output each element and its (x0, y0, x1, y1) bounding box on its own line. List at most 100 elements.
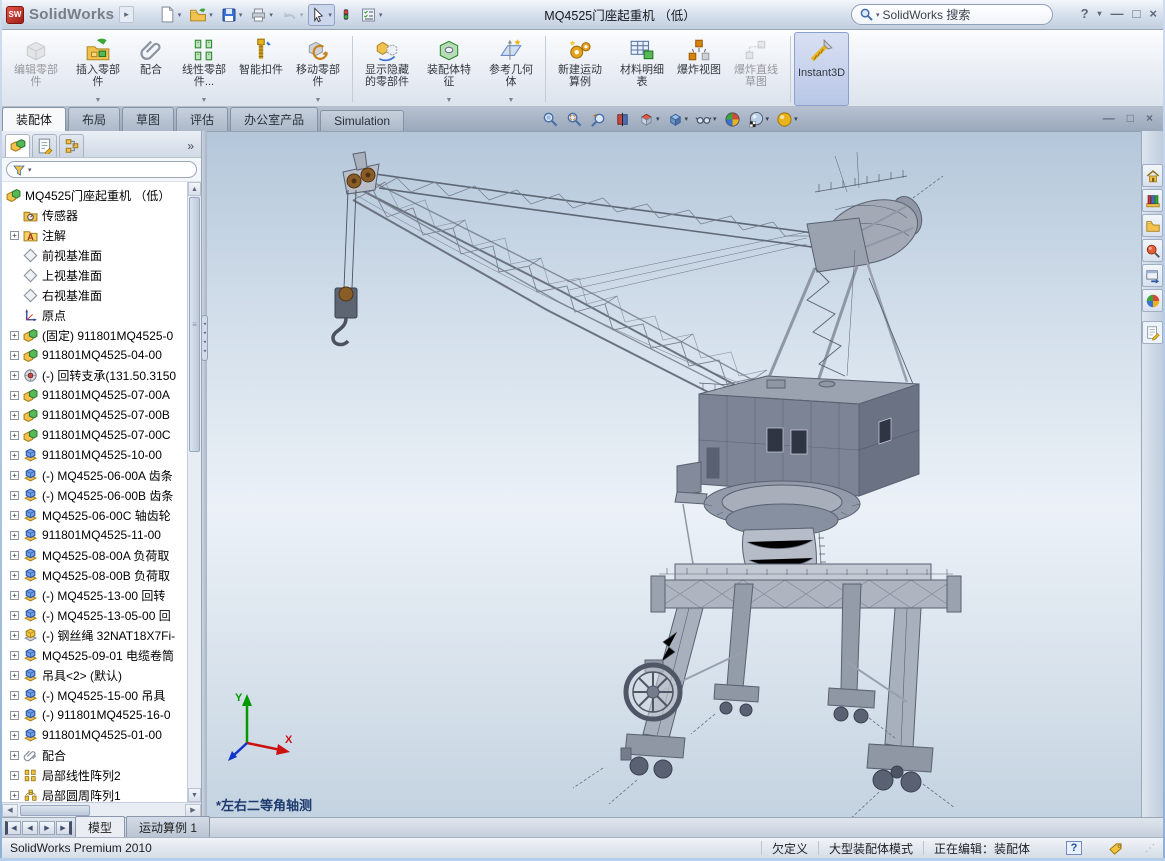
view-orientation-button[interactable]: ▾ (638, 111, 660, 128)
last-tab-button[interactable]: ▶ (56, 821, 72, 835)
tree-item[interactable]: 上视基准面 (2, 265, 187, 285)
hide-show-items-dropdown-caret[interactable]: ▾ (713, 115, 717, 123)
section-view-button[interactable] (614, 111, 631, 128)
tag-icon[interactable] (1108, 842, 1123, 855)
hscroll-thumb[interactable] (20, 805, 90, 816)
tree-item[interactable]: +A注解 (2, 225, 187, 245)
tree-expander-icon[interactable]: + (10, 411, 19, 420)
open-button[interactable]: ▾ (186, 4, 216, 26)
doc-minimize-button[interactable]: — (1103, 109, 1115, 127)
tree-item[interactable]: +(-) 钢丝绳 32NAT18X7Fi- (2, 625, 187, 645)
tree-item[interactable]: +911801MQ4525-01-00 (2, 725, 187, 745)
solidworks-resources-button[interactable] (1142, 164, 1163, 187)
ribbon-button-bom[interactable]: 材料明细表 (611, 32, 673, 106)
tree-expander-icon[interactable]: + (10, 391, 19, 400)
next-tab-button[interactable]: ▶ (39, 821, 55, 835)
scroll-right-icon[interactable]: ▶ (185, 804, 201, 817)
tree-item[interactable]: MQ4525门座起重机 （低） (2, 185, 187, 205)
open-dropdown-caret[interactable]: ▾ (209, 11, 213, 19)
tree-item[interactable]: 原点 (2, 305, 187, 325)
tree-expander-icon[interactable]: + (10, 231, 19, 240)
tree-expander-icon[interactable]: + (10, 711, 19, 720)
tree-item[interactable]: +(-) MQ4525-06-00A 齿条 (2, 465, 187, 485)
tree-item[interactable]: +(-) MQ4525-13-00 回转 (2, 585, 187, 605)
doc-restore-button[interactable]: □ (1127, 109, 1134, 127)
tree-expander-icon[interactable]: + (10, 451, 19, 460)
ribbon-button-instant3d[interactable]: Instant3D (794, 32, 849, 106)
ribbon-button-insert-component[interactable]: 插入零部件▼ (67, 32, 129, 106)
design-library-button[interactable] (1142, 189, 1163, 212)
tree-item[interactable]: +(-) MQ4525-15-00 吊具 (2, 685, 187, 705)
status-help-icon[interactable]: ? (1066, 841, 1082, 855)
tree-item[interactable]: +(-) MQ4525-13-05-00 回 (2, 605, 187, 625)
tree-item[interactable]: +MQ4525-08-00B 负荷取 (2, 565, 187, 585)
tree-item[interactable]: +911801MQ4525-07-00C (2, 425, 187, 445)
tree-expander-icon[interactable]: + (10, 771, 19, 780)
tree-expander-icon[interactable]: + (10, 791, 19, 800)
custom-properties-button[interactable] (1142, 321, 1163, 344)
first-tab-button[interactable]: ◀ (5, 821, 21, 835)
tree-expander-icon[interactable]: + (10, 571, 19, 580)
zoom-to-fit-button[interactable] (542, 111, 559, 128)
close-button[interactable]: × (1149, 5, 1157, 23)
scroll-up-icon[interactable]: ▲ (188, 182, 201, 196)
tree-item[interactable]: 右视基准面 (2, 285, 187, 305)
print-dropdown-caret[interactable]: ▾ (269, 11, 273, 19)
tree-expander-icon[interactable]: + (10, 671, 19, 680)
panel-tab-featuremanager[interactable] (5, 134, 30, 157)
scroll-thumb[interactable]: ≡ (189, 197, 200, 452)
appearances-scenes-button[interactable] (1142, 289, 1163, 312)
tree-item[interactable]: +911801MQ4525-07-00A (2, 385, 187, 405)
ribbon-button-linear-pattern[interactable]: 线性零部件...▼ (173, 32, 235, 106)
search-scope-caret[interactable]: ▾ (876, 11, 880, 19)
tab-评估[interactable]: 评估 (176, 107, 228, 131)
ribbon-dropdown-caret[interactable]: ▼ (95, 97, 102, 104)
save-dropdown-caret[interactable]: ▾ (239, 11, 243, 19)
tree-expander-icon[interactable]: + (10, 651, 19, 660)
tab-办公室产品[interactable]: 办公室产品 (230, 107, 318, 131)
options-button[interactable]: ▾ (357, 4, 386, 26)
doc-close-button[interactable]: × (1146, 109, 1153, 127)
tree-expander-icon[interactable]: + (10, 531, 19, 540)
rebuild-button[interactable] (337, 4, 355, 26)
display-style-dropdown-caret[interactable]: ▾ (685, 115, 689, 123)
panel-splitter[interactable] (202, 131, 207, 817)
undo-dropdown-caret[interactable]: ▾ (300, 11, 304, 19)
tab-草图[interactable]: 草图 (122, 107, 174, 131)
view-palette-button[interactable] (1142, 264, 1163, 287)
minimize-button[interactable]: — (1111, 5, 1124, 23)
tree-expander-icon[interactable]: + (10, 471, 19, 480)
zoom-to-area-button[interactable] (566, 111, 583, 128)
tree-horizontal-scrollbar[interactable]: ◀ ▶ (2, 802, 201, 817)
tree-item[interactable]: +(固定) 911801MQ4525-0 (2, 325, 187, 345)
search-input[interactable]: SolidWorks 搜索 (883, 6, 971, 23)
tree-item[interactable]: +吊具<2> (默认) (2, 665, 187, 685)
view-settings-dropdown-caret[interactable]: ▾ (794, 115, 798, 123)
tree-item[interactable]: +911801MQ4525-10-00 (2, 445, 187, 465)
ribbon-button-assembly-features[interactable]: 装配体特征▼ (418, 32, 480, 106)
menu-expand-icon[interactable]: ▸ (119, 6, 134, 23)
ribbon-dropdown-caret[interactable]: ▼ (315, 97, 322, 104)
display-style-button[interactable]: ▾ (667, 111, 689, 128)
ribbon-button-motion-study[interactable]: 新建运动算例 (549, 32, 611, 106)
tab-装配体[interactable]: 装配体 (2, 107, 66, 131)
tab-布局[interactable]: 布局 (68, 107, 120, 131)
tree-expander-icon[interactable]: + (10, 511, 19, 520)
undo-button[interactable]: ▾ (278, 4, 307, 26)
tab-Simulation[interactable]: Simulation (320, 110, 404, 131)
magnified-selection-button[interactable] (590, 111, 607, 128)
tree-item[interactable]: +(-) 回转支承(131.50.3150 (2, 365, 187, 385)
tree-item[interactable]: +MQ4525-09-01 电缆卷筒 (2, 645, 187, 665)
tree-expander-icon[interactable]: + (10, 591, 19, 600)
tree-item[interactable]: 传感器 (2, 205, 187, 225)
apply-scene-dropdown-caret[interactable]: ▾ (766, 115, 770, 123)
tree-item[interactable]: +MQ4525-08-00A 负荷取 (2, 545, 187, 565)
edit-appearance-button[interactable] (724, 111, 741, 128)
motion-tab-模型[interactable]: 模型 (75, 816, 125, 837)
view-settings-button[interactable]: ▾ (776, 111, 798, 128)
search-box[interactable]: ▾ SolidWorks 搜索 (851, 4, 1053, 25)
tree-expander-icon[interactable]: + (10, 491, 19, 500)
options-dropdown-caret[interactable]: ▾ (379, 11, 383, 19)
tree-item[interactable]: +局部圆周阵列1 (2, 785, 187, 802)
tree-expander-icon[interactable]: + (10, 611, 19, 620)
